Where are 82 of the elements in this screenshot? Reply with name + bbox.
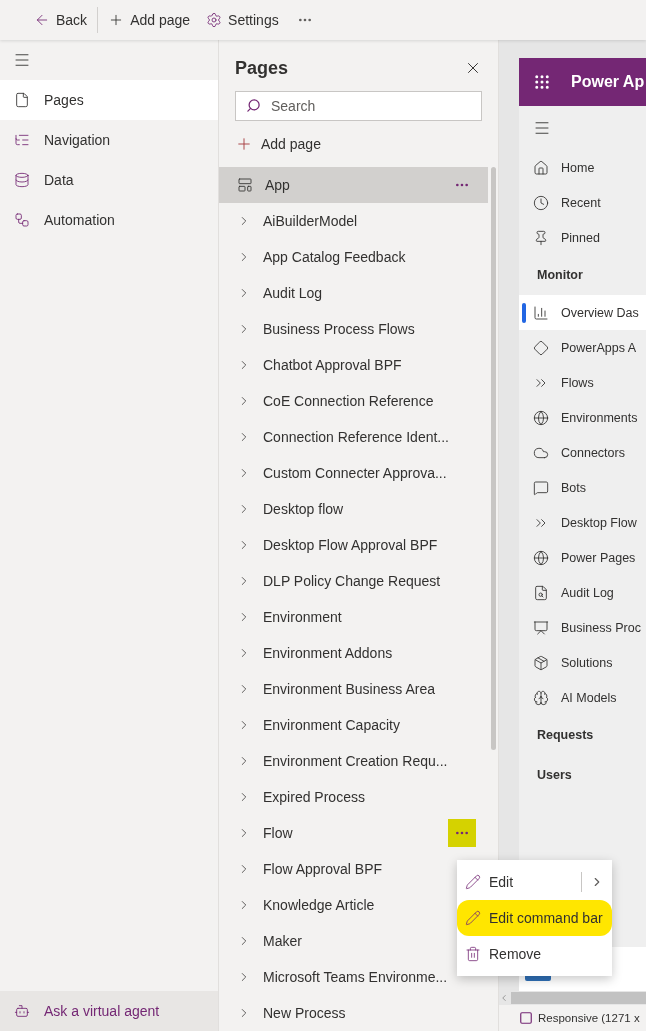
nav-item[interactable]: Flows	[519, 365, 646, 400]
back-arrow-icon	[34, 12, 50, 28]
robot-icon	[14, 1003, 30, 1019]
diamond-icon	[533, 339, 549, 356]
nav-item[interactable]: Home	[519, 150, 646, 185]
list-icon	[14, 132, 30, 148]
nav-item[interactable]: Solutions	[519, 645, 646, 680]
menu-icon[interactable]	[533, 119, 551, 137]
page-list-item[interactable]: Chatbot Approval BPF	[219, 347, 488, 383]
globe-icon	[533, 549, 549, 566]
brain-icon	[533, 689, 549, 706]
page-icon	[14, 92, 30, 108]
nav-item[interactable]: Desktop Flow	[519, 505, 646, 540]
flow-icon	[14, 212, 30, 228]
toolbar-button[interactable]: Back	[26, 4, 96, 36]
toolbar-button[interactable]: Add page	[100, 4, 199, 36]
page-list-item[interactable]: Environment Capacity	[219, 707, 488, 743]
nav-item[interactable]: AI Models	[519, 680, 646, 715]
menu-icon[interactable]	[13, 51, 31, 69]
page-list-item[interactable]: Desktop flow	[219, 491, 488, 527]
search-input[interactable]: Search	[269, 96, 481, 115]
page-list-item[interactable]: Desktop Flow Approval BPF	[219, 527, 488, 563]
sidebar-item[interactable]: Data	[0, 160, 218, 200]
page-list-item[interactable]: App	[219, 167, 488, 203]
home-icon	[533, 159, 549, 176]
app-launcher-icon[interactable]	[533, 73, 551, 91]
scrollbar[interactable]	[499, 991, 646, 1005]
responsive-icon	[519, 1011, 533, 1025]
globe-icon	[533, 409, 549, 426]
nav-group-heading: Requests	[536, 727, 595, 744]
page-list-item[interactable]: Environment Creation Requ...	[219, 743, 488, 779]
page-list-item[interactable]: Flow	[219, 815, 488, 851]
search-icon	[246, 98, 261, 114]
page-list-item[interactable]: AiBuilderModel	[219, 203, 488, 239]
page-list-item[interactable]: Audit Log	[219, 275, 488, 311]
nav-group-heading: Monitor	[536, 267, 584, 284]
sidebar-item[interactable]: Pages	[0, 80, 218, 120]
pencil-icon	[465, 874, 481, 890]
page-list-item[interactable]: Custom Connecter Approva...	[219, 455, 488, 491]
pencil-icon	[465, 910, 481, 926]
page-list-item[interactable]: DLP Policy Change Request	[219, 563, 488, 599]
search-field[interactable]: Search	[235, 90, 482, 122]
dashboard-icon	[533, 304, 549, 321]
settings-icon	[206, 12, 223, 28]
clock-icon	[533, 194, 549, 211]
document-search-icon	[533, 584, 549, 601]
page-list-item[interactable]: Business Process Flows	[219, 311, 488, 347]
add-page-button[interactable]: Add page	[235, 133, 321, 155]
page-list-item[interactable]: Connection Reference Ident...	[219, 419, 488, 455]
screen-icon	[533, 619, 549, 636]
chat-icon	[533, 479, 549, 496]
panel-title: Pages	[235, 57, 289, 79]
app-header: Power Ap	[519, 58, 646, 106]
nav-item[interactable]: Pinned	[519, 220, 646, 255]
page-list-item[interactable]: App Catalog Feedback	[219, 239, 488, 275]
package-icon	[533, 654, 549, 671]
menu-item[interactable]: Edit command bar	[457, 900, 612, 936]
toolbar-button[interactable]: Settings	[198, 4, 287, 36]
layout-icon	[237, 177, 253, 193]
sidebar-item[interactable]: Navigation	[0, 120, 218, 160]
sidebar-item[interactable]: Automation	[0, 200, 218, 240]
nav-group-heading: Users	[536, 767, 573, 784]
nav-item[interactable]: Bots	[519, 470, 646, 505]
nav-item[interactable]: Recent	[519, 185, 646, 220]
page-list-item[interactable]: CoE Connection Reference	[219, 383, 488, 419]
page-list-item[interactable]: New Process	[219, 995, 488, 1031]
page-list-item[interactable]: Expired Process	[219, 779, 488, 815]
nav-item[interactable]: Overview Das	[519, 295, 646, 330]
page-list-item[interactable]: Environment Addons	[219, 635, 488, 671]
nav-item[interactable]: Audit Log	[519, 575, 646, 610]
page-list-item[interactable]: Environment Business Area	[219, 671, 488, 707]
nav-item[interactable]: Environments	[519, 400, 646, 435]
screen-size-label: Responsive (1271 x	[538, 1012, 640, 1024]
cylinder-icon	[14, 172, 30, 188]
pin-icon	[533, 229, 549, 246]
nav-item[interactable]: Business Proc	[519, 610, 646, 645]
nav-item[interactable]: PowerApps A	[519, 330, 646, 365]
trash-icon	[465, 946, 481, 962]
page-list-item[interactable]: Environment	[219, 599, 488, 635]
nav-item[interactable]: Connectors	[519, 435, 646, 470]
nav-item[interactable]: Power Pages	[519, 540, 646, 575]
virtual-agent-link[interactable]: Ask a virtual agent	[0, 991, 218, 1031]
